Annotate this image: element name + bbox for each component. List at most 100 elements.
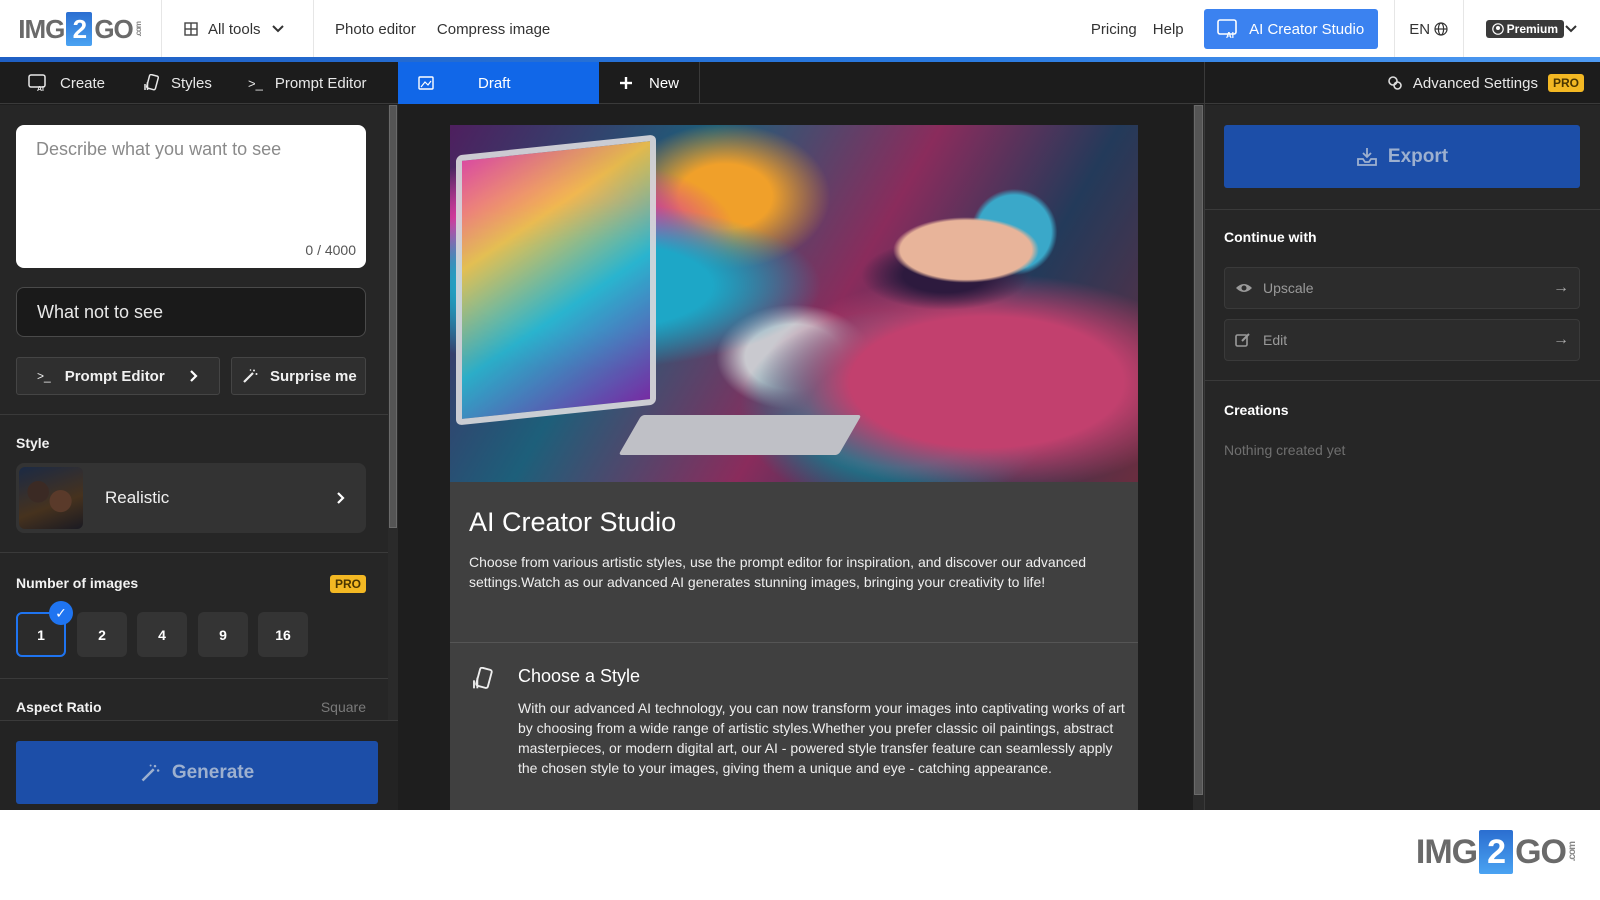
user-icon xyxy=(1491,23,1504,35)
scrollbar-thumb[interactable] xyxy=(389,105,397,528)
number-option-16[interactable]: 16 xyxy=(258,612,308,657)
logo-text-img: IMG xyxy=(1415,832,1478,871)
intro-description: Choose from various artistic styles, use… xyxy=(469,554,1087,590)
nav-compress-image[interactable]: Compress image xyxy=(437,21,550,38)
feature-description: With our advanced AI technology, you can… xyxy=(518,700,1125,776)
ai-creator-studio-button[interactable]: AI AI Creator Studio xyxy=(1203,9,1378,49)
logo-text-com: .com xyxy=(1567,842,1578,862)
arrow-right-icon: → xyxy=(1553,279,1569,296)
logo-text-2: 2 xyxy=(66,12,93,46)
continue-upscale[interactable]: Upscale → xyxy=(1224,267,1580,309)
eye-icon xyxy=(1235,282,1255,294)
creations-empty-state: Nothing created yet xyxy=(1224,442,1346,458)
section-divider xyxy=(1204,209,1600,210)
upscale-label: Upscale xyxy=(1263,280,1314,296)
right-panel-divider xyxy=(1204,62,1205,810)
chevron-down-icon xyxy=(271,24,285,34)
footer: IMG 2 GO .com xyxy=(0,810,1600,900)
card-divider xyxy=(450,642,1138,643)
right-panel: Export Continue with Upscale → Edit → Cr… xyxy=(1204,105,1600,810)
premium-badge[interactable]: Premium xyxy=(1485,20,1564,38)
export-button[interactable]: Export xyxy=(1224,125,1580,188)
plus-icon xyxy=(619,76,633,90)
number-option-9[interactable]: 9 xyxy=(198,612,248,657)
generate-bar: Generate xyxy=(0,720,398,810)
number-option-4[interactable]: 4 xyxy=(137,612,187,657)
style-thumbnail xyxy=(19,467,83,529)
advanced-settings-button[interactable]: Advanced Settings PRO xyxy=(1387,62,1584,104)
styles-icon xyxy=(470,667,494,691)
prompt-editor-button[interactable]: >_ Prompt Editor xyxy=(16,357,220,395)
section-divider xyxy=(0,414,388,415)
tab-create[interactable]: AI Create xyxy=(28,62,105,104)
top-header: IMG 2 GO .com All tools Photo editor Com… xyxy=(0,0,1600,58)
prompt-placeholder: Describe what you want to see xyxy=(36,139,282,159)
hero-image-laptop xyxy=(618,415,862,455)
number-option-2[interactable]: 2 xyxy=(77,612,127,657)
globe-icon xyxy=(1434,22,1448,36)
app-workspace: AI Create Styles >_ Prompt Editor Draft … xyxy=(0,62,1600,810)
magic-wand-icon xyxy=(242,368,258,384)
scrollbar-thumb[interactable] xyxy=(1194,105,1203,795)
section-divider xyxy=(0,552,388,553)
edit-label: Edit xyxy=(1263,332,1288,348)
aspect-ratio-title[interactable]: Aspect Ratio xyxy=(16,699,102,715)
language-selector[interactable]: EN xyxy=(1393,0,1464,58)
style-name: Realistic xyxy=(105,488,170,507)
tab-draft[interactable]: Draft xyxy=(398,62,599,104)
tab-new-label: New xyxy=(648,74,679,92)
logo-text-2: 2 xyxy=(1479,830,1514,874)
tab-styles[interactable]: Styles xyxy=(143,62,212,104)
hero-image xyxy=(450,125,1138,482)
center-canvas: AI Creator Studio Choose from various ar… xyxy=(398,105,1193,810)
prompt-textarea[interactable]: Describe what you want to see 0 / 4000 xyxy=(16,125,366,268)
all-tools-dropdown[interactable]: All tools xyxy=(162,0,314,58)
number-of-images-title: Number of images xyxy=(16,575,139,591)
tab-new[interactable]: New xyxy=(599,62,700,104)
negative-prompt-input[interactable]: What not to see xyxy=(16,287,366,337)
terminal-icon: >_ xyxy=(248,75,263,91)
logo-text-img: IMG xyxy=(18,13,65,44)
tab-styles-label: Styles xyxy=(171,74,212,92)
surprise-me-button[interactable]: Surprise me xyxy=(231,357,366,395)
nav-photo-editor[interactable]: Photo editor xyxy=(335,21,416,38)
account-chevron-down-icon[interactable] xyxy=(1564,24,1578,34)
ai-creator-studio-label: AI Creator Studio xyxy=(1249,20,1365,38)
pro-badge: PRO xyxy=(329,575,366,593)
tab-create-label: Create xyxy=(60,74,106,92)
tab-prompt-editor[interactable]: >_ Prompt Editor xyxy=(248,62,367,104)
aspect-ratio-value[interactable]: Square xyxy=(321,699,366,715)
logo-text-com: .com xyxy=(133,21,143,37)
footer-logo: IMG 2 GO .com xyxy=(1416,830,1578,874)
nav-pricing[interactable]: Pricing xyxy=(1091,21,1137,38)
terminal-icon: >_ xyxy=(37,369,51,383)
section-divider xyxy=(1204,380,1600,381)
char-count: 0 / 4000 xyxy=(305,242,356,258)
chevron-right-icon xyxy=(189,369,199,383)
all-tools-label: All tools xyxy=(208,20,261,38)
svg-text:AI: AI xyxy=(37,86,44,92)
continue-edit[interactable]: Edit → xyxy=(1224,319,1580,361)
tab-prompt-editor-label: Prompt Editor xyxy=(274,74,367,92)
ai-image-icon: AI xyxy=(28,74,48,92)
export-label: Export xyxy=(1387,145,1449,167)
premium-label: Premium xyxy=(1506,22,1558,36)
logo-text-go: GO xyxy=(1515,832,1567,871)
left-panel: Describe what you want to see 0 / 4000 W… xyxy=(0,105,388,810)
feature-title: Choose a Style xyxy=(518,666,641,686)
generate-button[interactable]: Generate xyxy=(16,741,378,804)
svg-text:AI: AI xyxy=(1226,31,1234,39)
style-selector[interactable]: Realistic xyxy=(16,463,366,533)
prompt-editor-label: Prompt Editor xyxy=(64,367,165,385)
left-panel-scrollbar[interactable] xyxy=(388,105,398,810)
hero-image-monitor xyxy=(456,134,656,426)
intro-card: AI Creator Studio Choose from various ar… xyxy=(450,482,1138,810)
creations-title: Creations xyxy=(1224,402,1289,418)
center-scrollbar[interactable] xyxy=(1193,105,1204,810)
generate-label: Generate xyxy=(171,761,255,783)
ai-image-icon: AI xyxy=(1217,19,1239,39)
img2go-logo[interactable]: IMG 2 GO .com xyxy=(0,0,162,58)
style-section-title: Style xyxy=(16,435,50,451)
styles-icon xyxy=(143,74,159,92)
nav-help[interactable]: Help xyxy=(1153,21,1184,38)
